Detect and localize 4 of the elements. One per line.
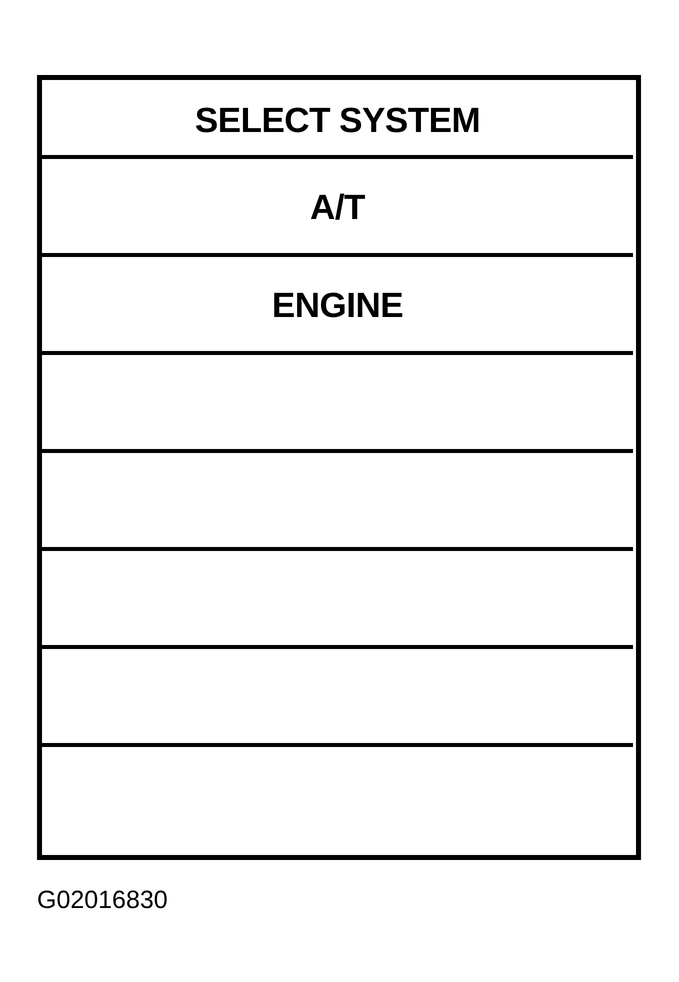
- menu-item[interactable]: A/T: [42, 159, 633, 257]
- menu-item[interactable]: ENGINE: [42, 257, 633, 355]
- figure-code: G02016830: [37, 886, 168, 915]
- screen-title: SELECT SYSTEM: [194, 100, 480, 140]
